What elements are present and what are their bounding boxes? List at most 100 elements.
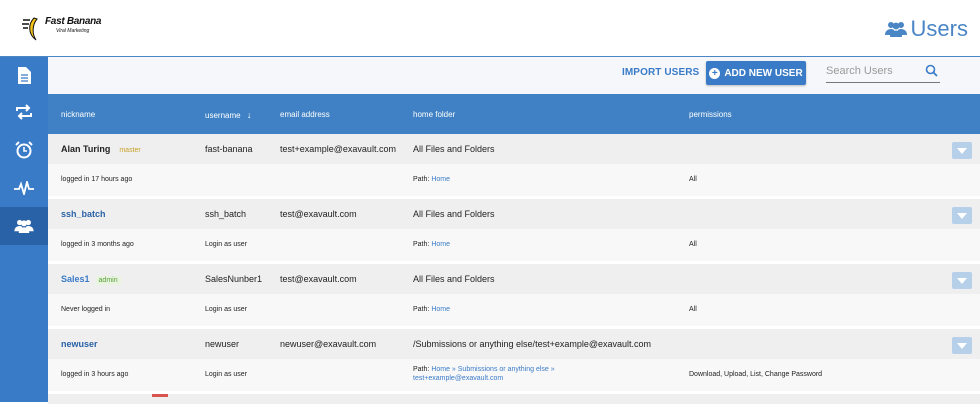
path-link[interactable]: Home (431, 241, 450, 248)
sort-arrow-icon: ↓ (246, 110, 252, 120)
user-email: test+example@exavault.com (280, 144, 396, 154)
user-username: fast-banana (205, 144, 253, 154)
user-nickname: Alan Turing master (61, 144, 144, 154)
nickname-text: Alan Turing (61, 144, 111, 154)
column-email[interactable]: email address (280, 110, 330, 119)
role-badge: admin (95, 276, 121, 285)
role-badge: master (119, 147, 141, 154)
document-icon (18, 66, 31, 84)
table-row: newuser newuser newuser@exavault.com /Su… (48, 329, 980, 394)
table-row: Sales1 admin SalesNunber1 test@exavault.c… (48, 264, 980, 329)
user-home-folder: All Files and Folders (413, 209, 495, 219)
sidebar (0, 57, 48, 402)
table-row-partial (48, 394, 980, 404)
expand-row-button[interactable] (952, 207, 972, 224)
user-main-row: newuser newuser newuser@exavault.com /Su… (48, 329, 980, 359)
user-main-row: Sales1 admin SalesNunber1 test@exavault.c… (48, 264, 980, 294)
login-as-user-link[interactable]: Login as user (205, 306, 247, 313)
plus-icon: + (709, 67, 721, 79)
brand-logo[interactable]: Fast Banana Viral Marketing (20, 16, 102, 44)
path-label: Path: (413, 241, 430, 248)
column-permissions[interactable]: permissions (689, 110, 732, 119)
sidebar-item-transfers[interactable] (0, 93, 48, 131)
user-nickname[interactable]: newuser (61, 339, 98, 349)
table-row: Alan Turing master fast-banana test+examp… (48, 134, 980, 199)
column-home-folder[interactable]: home folder (413, 110, 455, 119)
user-last-login: Never logged in (61, 306, 111, 313)
chevron-down-icon (957, 342, 967, 349)
user-path: Path: Home (413, 306, 450, 313)
user-permissions: Download, Upload, List, Change Password (689, 371, 823, 378)
path-link[interactable]: Home (431, 176, 450, 183)
user-path: Path: Home » Submissions or anything els… (413, 365, 555, 383)
app-header: Fast Banana Viral Marketing Users (0, 0, 980, 57)
user-email: newuser@exavault.com (280, 339, 377, 349)
import-users-button[interactable]: IMPORT USERS (622, 67, 699, 78)
user-path: Path: Home (413, 241, 450, 248)
users-icon (884, 22, 907, 37)
expand-row-button[interactable] (952, 272, 972, 289)
alarm-clock-icon (15, 141, 33, 159)
user-home-folder: All Files and Folders (413, 144, 495, 154)
sidebar-item-schedule[interactable] (0, 131, 48, 169)
user-permissions: All (689, 176, 697, 183)
user-last-login: logged in 3 hours ago (61, 371, 129, 378)
user-home-folder: /Submissions or anything else/test+examp… (413, 339, 652, 349)
sidebar-item-users[interactable] (0, 207, 48, 245)
search-icon[interactable] (925, 64, 938, 77)
user-main-row: ssh_batch ssh_batch test@exavault.com Al… (48, 199, 980, 229)
pulse-icon (14, 181, 34, 195)
user-email: test@exavault.com (280, 209, 357, 219)
users-icon (14, 219, 34, 233)
path-label: Path: (413, 306, 430, 313)
main-content: IMPORT USERS + ADD NEW USER nickname use… (48, 57, 980, 404)
toolbar: IMPORT USERS + ADD NEW USER (48, 57, 980, 94)
table-header: nickname username ↓ email address home f… (48, 94, 980, 134)
status-badge (152, 394, 168, 397)
path-label: Path: (413, 176, 430, 183)
user-nickname[interactable]: ssh_batch (61, 209, 106, 219)
user-detail-row: logged in 3 hours ago Login as user Path… (48, 359, 980, 391)
column-username[interactable]: username ↓ (205, 110, 251, 120)
sidebar-item-activity[interactable] (0, 169, 48, 207)
path-label: Path: (413, 366, 430, 373)
user-nickname: Sales1 admin (61, 274, 121, 285)
login-as-user-link[interactable]: Login as user (205, 241, 247, 248)
add-new-user-button[interactable]: + ADD NEW USER (706, 61, 806, 85)
user-last-login: logged in 17 hours ago (61, 176, 133, 183)
path-link[interactable]: Home » Submissions or anything else » (431, 366, 554, 373)
expand-row-button[interactable] (952, 142, 972, 159)
user-last-login: logged in 3 months ago (61, 241, 134, 248)
brand-tagline: Viral Marketing (56, 28, 90, 34)
user-home-folder: All Files and Folders (413, 274, 495, 284)
user-detail-row: logged in 17 hours ago Path: Home All (48, 164, 980, 196)
column-username-label: username (205, 111, 241, 120)
chevron-down-icon (957, 212, 967, 219)
add-new-user-label: ADD NEW USER (724, 67, 803, 79)
user-email: test@exavault.com (280, 274, 357, 284)
user-main-row: Alan Turing master fast-banana test+examp… (48, 134, 980, 164)
table-row: ssh_batch ssh_batch test@exavault.com Al… (48, 199, 980, 264)
user-detail-row: logged in 3 months ago Login as user Pat… (48, 229, 980, 261)
banana-logo-icon (22, 17, 38, 41)
brand-name: Fast Banana (45, 16, 102, 27)
expand-row-button[interactable] (952, 337, 972, 354)
user-username: SalesNunber1 (205, 274, 263, 284)
column-nickname[interactable]: nickname (61, 110, 95, 119)
user-detail-row: Never logged in Login as user Path: Home… (48, 294, 980, 326)
path-link-continued[interactable]: test+example@exavault.com (413, 375, 503, 382)
user-path: Path: Home (413, 176, 450, 183)
page-heading: Users (884, 16, 968, 42)
login-as-user-link[interactable]: Login as user (205, 371, 247, 378)
chevron-down-icon (957, 277, 967, 284)
user-permissions: All (689, 306, 697, 313)
sync-icon (16, 104, 32, 120)
users-table-body: Alan Turing master fast-banana test+examp… (48, 134, 980, 404)
nickname-text[interactable]: Sales1 (61, 274, 90, 284)
chevron-down-icon (957, 147, 967, 154)
user-permissions: All (689, 241, 697, 248)
sidebar-item-files[interactable] (0, 57, 48, 93)
user-username: ssh_batch (205, 209, 247, 219)
search-input[interactable] (826, 61, 926, 81)
path-link[interactable]: Home (431, 306, 450, 313)
